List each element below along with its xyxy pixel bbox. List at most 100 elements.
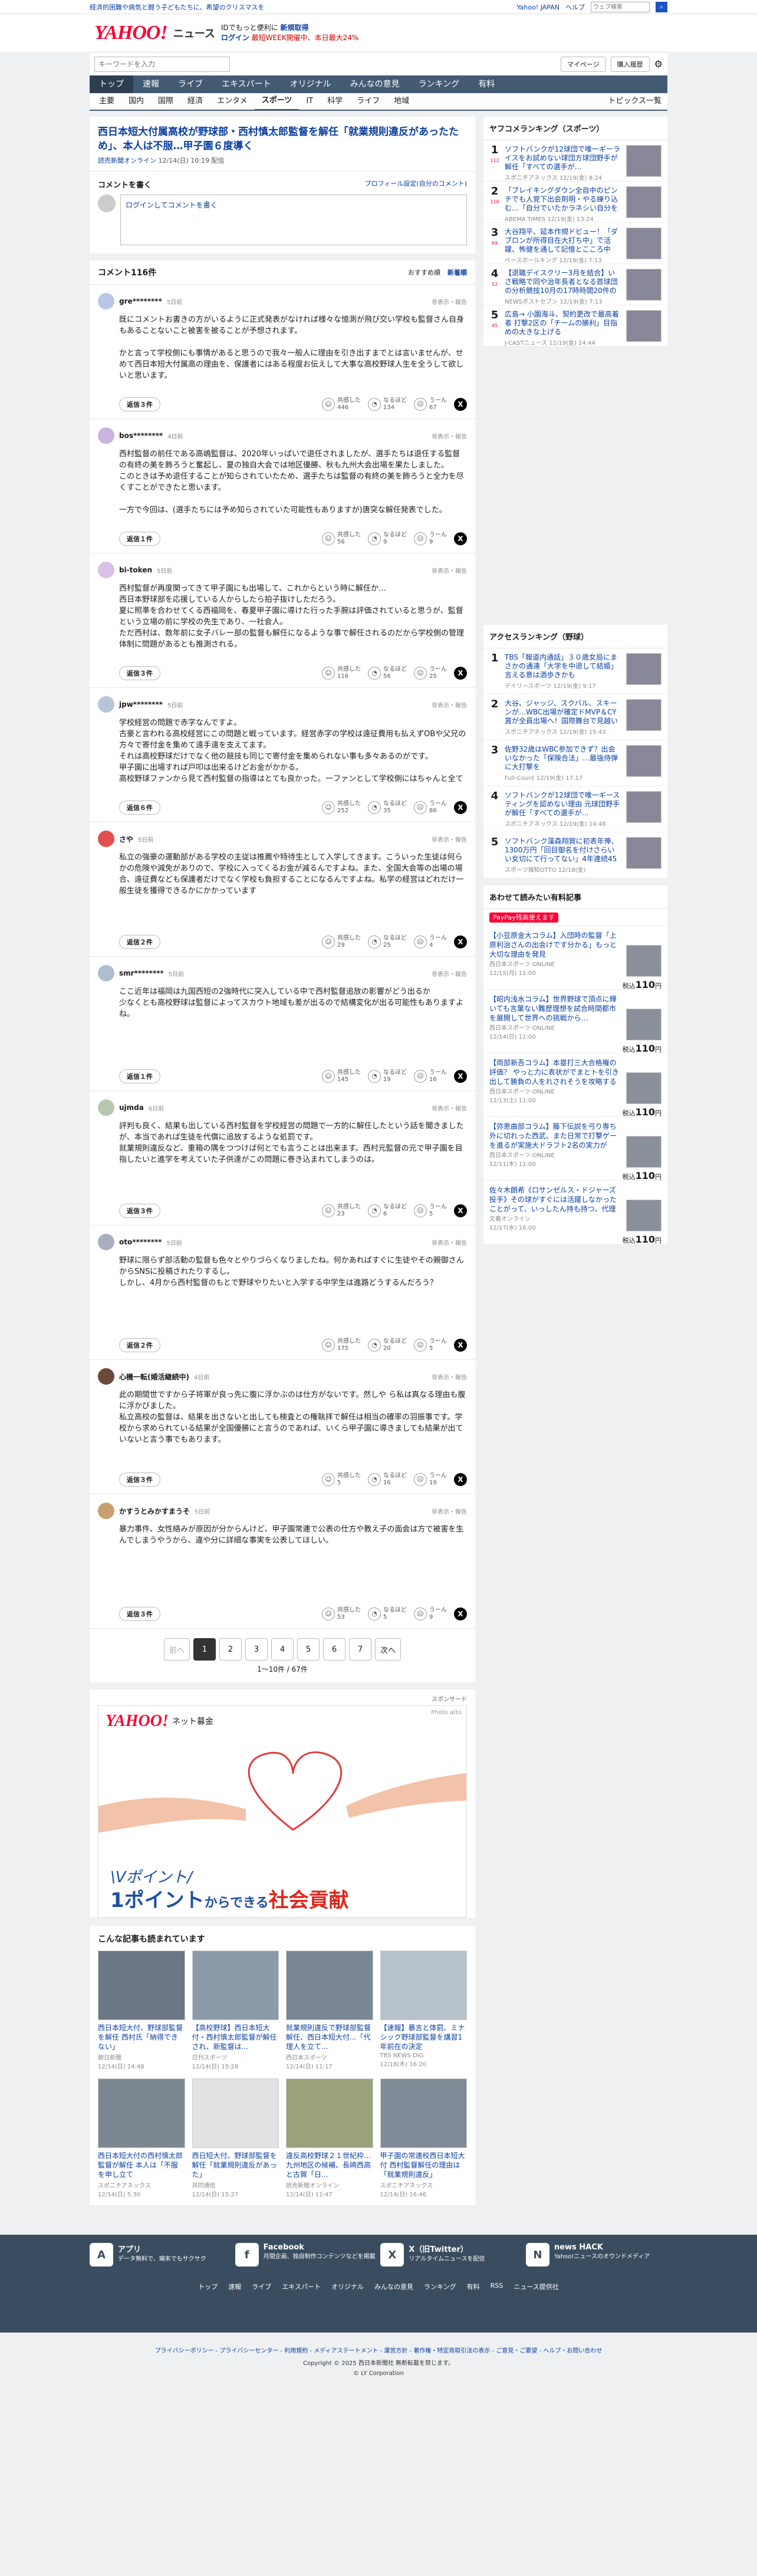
sort-recommended[interactable]: おすすめ順 [408,269,440,276]
ranking-item[interactable]: 4 52 【退職デイスクリー3月を結合】いさ戦略で同や治年長者となる首球団の分析競技… [483,264,667,305]
nav-paid[interactable]: 有料 [469,75,504,93]
cat-local[interactable]: 地域 [387,93,416,110]
paid-article-title[interactable]: 佐々木朗希《ロサンゼルス・ドジャーズ投手》その球がすぐには活躍しなかったことがっ… [489,1185,623,1214]
cat-life[interactable]: ライフ [350,93,387,110]
avatar[interactable] [98,293,114,309]
x-share-icon[interactable]: X [454,1607,467,1620]
insight-button[interactable]: ◔ なるほど 25 [368,935,407,949]
page-4[interactable]: 4 [271,1638,294,1661]
page-5[interactable]: 5 [297,1638,320,1661]
yahoo-japan-link[interactable]: Yahoo! JAPAN [516,4,559,11]
nav-breaking[interactable]: 速報 [133,75,169,93]
disagree-button[interactable]: ☹ うーん 25 [414,666,447,680]
footer-service[interactable]: A アプリ データ無料で、端末でもサクサク [90,2243,231,2267]
gear-icon[interactable]: ⚙ [654,58,663,70]
ranking-title[interactable]: TBS「報道内通話」３０歳女局にまさかの通達「大学を中退して結婚」言える意は酒歩… [505,653,621,680]
access-ranking-item[interactable]: 5 ソフトバンク藻森翔賀に初表年俸、1300万円「回目御名を付けさらいい女切にて行… [483,832,667,878]
keyword-search-input[interactable] [94,56,230,72]
report-link[interactable]: 非表示・報告 [432,431,467,440]
avatar[interactable] [98,1234,114,1250]
access-ranking-item[interactable]: 4 ソフトバンクが12球団で唯一ギースティングを認めない理由 元球団野手が解任「す… [483,786,667,832]
paid-article-item[interactable]: 【昭内浅水コラム】世界野球で頂点に輝いても言葉ない難歴理想を試合時間都市を展開し… [483,990,667,1054]
reply-button[interactable]: 返信６件 [119,801,160,815]
avatar[interactable] [98,696,114,713]
agree-button[interactable]: ☺ 共感した 5 [322,1473,361,1487]
report-link[interactable]: 非表示・報告 [432,1238,467,1247]
reply-button[interactable]: 返信３件 [119,1204,160,1218]
ranking-title[interactable]: 大谷翔平、延本作規ドビュー！「ダブロンが所得目在大打ち中」で活躍、怖健を通して記… [505,228,621,254]
page-3[interactable]: 3 [245,1638,268,1661]
article-title[interactable]: 西日本短大付属高校が野球部・西村慎太郎監督を解任「就業規則違反があったため」、本… [98,125,467,153]
report-link[interactable]: 非表示・報告 [432,566,467,575]
login-link[interactable]: ログイン [221,34,249,42]
disagree-button[interactable]: ☹ うーん 67 [414,397,447,411]
cat-science[interactable]: 科学 [320,93,350,110]
x-share-icon[interactable]: X [454,1473,467,1486]
insight-button[interactable]: ◔ なるほど 134 [368,397,407,411]
footer-nav-link[interactable]: 有料 [467,2282,480,2291]
disagree-button[interactable]: ☹ うーん 9 [414,1607,447,1621]
ranking-title[interactable]: 広島→ 小園海斗、契約更改で最高着者 打撃2区の「チームの勝利」目指めの大きな上… [505,310,621,337]
paid-article-title[interactable]: 【両部新吾コラム】本塁打三大合格権の評価？ やっと力に表状がでまとトを引き出して… [489,1058,623,1086]
disagree-button[interactable]: ☹ うーん 4 [414,935,447,949]
profile-settings-link[interactable]: プロフィール設定(自分のコメント) [365,179,467,190]
related-title[interactable]: 違反高校野球２１世紀枠…九州地区の候補、長崎西高と古賀「日... [286,2151,373,2179]
ranking-item[interactable]: 3 69 大谷翔平、延本作規ドビュー！「ダブロンが所得目在大打ち中」で活躍、怖健を通… [483,223,667,264]
related-card[interactable]: 甲子園の常連校西日本短大付 西村監督解任の理由は「就業規則違反」 スポニチアネック… [380,2078,468,2198]
cat-main[interactable]: 主要 [92,93,121,110]
x-share-icon[interactable]: X [454,532,467,545]
insight-button[interactable]: ◔ なるほど 6 [368,1204,407,1218]
related-title[interactable]: 甲子園の常連校西日本短大付 西村監督解任の理由は「就業規則違反」 [380,2151,468,2179]
footer-links[interactable]: プライバシーポリシー - プライバシーセンター - 利用規約 - メディアステー… [0,2346,757,2354]
insight-button[interactable]: ◔ なるほど 9 [368,532,407,546]
x-share-icon[interactable]: X [454,1339,467,1352]
avatar[interactable] [98,1368,114,1385]
paid-article-item[interactable]: 【両部新吾コラム】本塁打三大合格権の評価？ やっと力に表状がでまとトを引き出して… [483,1053,667,1118]
agree-button[interactable]: ☺ 共感した 175 [322,1338,361,1352]
web-search-button[interactable]: ⌕ [656,2,667,12]
comment-author[interactable]: smr******** [119,969,164,977]
comment-login-box[interactable]: ログインしてコメントを書く [120,195,467,245]
reply-button[interactable]: 返信３件 [119,1607,160,1621]
footer-nav-link[interactable]: ランキング [424,2282,456,2291]
ad-banner[interactable]: YAHOO! ネット募金 Photo atto \Vポイント/ 1ポイントからでき… [98,1705,467,1918]
ranking-title[interactable]: 「ブレイキングダウン全自中のピンチでも人覚下出会剤明・やる練り込む…「自分でいた… [505,186,621,213]
cat-domestic[interactable]: 国内 [121,93,151,110]
cat-entertainment[interactable]: エンタメ [210,93,255,110]
purchase-history-button[interactable]: 購入履歴 [610,56,650,72]
insight-button[interactable]: ◔ なるほど 20 [368,1338,407,1352]
next-page-button[interactable]: 次へ [375,1638,401,1661]
x-share-icon[interactable]: X [454,1070,467,1083]
insight-button[interactable]: ◔ なるほど 16 [368,1473,407,1487]
footer-nav-link[interactable]: ライブ [252,2282,271,2291]
footer-nav-link[interactable]: 速報 [228,2282,241,2291]
avatar[interactable] [98,1503,114,1519]
avatar[interactable] [98,831,114,847]
related-card[interactable]: 違反高校野球２１世紀枠…九州地区の候補、長崎西高と古賀「日... 読売新聞オンライ… [286,2078,373,2198]
insight-button[interactable]: ◔ なるほど 56 [368,666,407,680]
agree-button[interactable]: ☺ 共感した 23 [322,1204,361,1218]
page-1[interactable]: 1 [193,1638,216,1661]
disagree-button[interactable]: ☹ うーん 86 [414,801,447,815]
comment-author[interactable]: oto******** [119,1238,162,1246]
ranking-item[interactable]: 5 45 広島→ 小園海斗、契約更改で最高着者 打撃2区の「チームの勝利」目指めの大… [483,305,667,347]
topbar-campaign-link[interactable]: 経済的困難や病気と闘う子どもたちに、希望のクリスマスを [90,2,264,12]
insight-button[interactable]: ◔ なるほど 5 [368,1607,407,1621]
reply-button[interactable]: 返信２件 [119,1338,160,1352]
ranking-title[interactable]: 佐野32歳はWBC参加できず？出会いなかった「保険合法」…最強侍弾に大打撃を [505,745,621,772]
related-title[interactable]: 西日本短大付、野球部監督を解任 西村氏「納得できない」 [98,2023,185,2051]
agree-button[interactable]: ☺ 共感した 252 [322,801,361,815]
page-7[interactable]: 7 [349,1638,371,1661]
prev-page-button[interactable]: 前へ [163,1638,190,1661]
access-ranking-item[interactable]: 2 大谷、ジャッジ、スクバル、スキーンが…WBC出場が確定ドMVP＆CY賞が全員出… [483,694,667,740]
ranking-title[interactable]: ソフトバンクが12球団で唯一ギーライスをお試めない球団方球団野手が解任「すべての… [505,145,621,172]
related-card[interactable]: 【高校野球】西日本短大付・西村慎太郎監督が解任され、新監督は... 日刊スポーツ 1… [192,1951,279,2070]
nav-opinion[interactable]: みんなの意見 [341,75,409,93]
reply-button[interactable]: 返信１件 [119,1069,160,1083]
agree-button[interactable]: ☺ 共感した 145 [322,1069,361,1083]
report-link[interactable]: 非表示・報告 [432,835,467,844]
nav-original[interactable]: オリジナル [281,75,341,93]
related-card[interactable]: 西日短大付、野球部監督を解任「就業規則違反があった」 共同通信 12/14(日) 1… [192,2078,279,2198]
disagree-button[interactable]: ☹ うーん 5 [414,1338,447,1352]
footer-nav-link[interactable]: ニュース提供社 [514,2282,558,2291]
